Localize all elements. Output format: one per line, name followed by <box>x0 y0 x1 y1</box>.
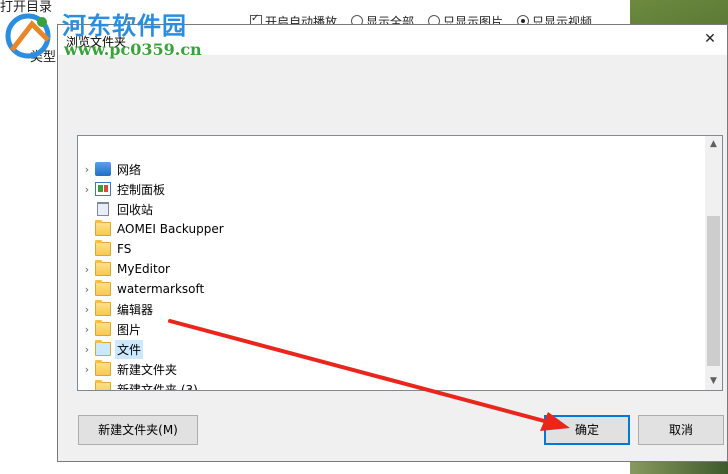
network-icon <box>95 162 111 176</box>
chevron-right-icon[interactable]: › <box>79 303 95 316</box>
tree-item-label: AOMEI Backupper <box>117 222 224 236</box>
close-button[interactable]: ✕ <box>693 25 727 55</box>
chevron-right-icon[interactable]: › <box>79 283 95 296</box>
folder-icon <box>95 220 111 236</box>
tree-item[interactable]: 回收站 <box>78 199 704 219</box>
scroll-down-icon[interactable]: ▼ <box>705 373 722 390</box>
folder-icon <box>95 320 111 336</box>
tree-item[interactable]: 新建文件夹 (3) <box>78 379 704 391</box>
tree-item-label: 控制面板 <box>117 182 166 197</box>
folder-tree[interactable]: › 网络 › 控制面板回收站 AOMEI Backupper FS › MyEditor › wa… <box>77 135 723 391</box>
tree-item-label: watermarksoft <box>117 282 205 296</box>
tree-item-label: MyEditor <box>117 262 170 276</box>
new-folder-button[interactable]: 新建文件夹(M) <box>78 415 198 445</box>
recycle-bin-icon <box>97 202 109 216</box>
chevron-right-icon[interactable]: › <box>79 183 95 196</box>
chevron-right-icon[interactable]: › <box>79 263 95 276</box>
tree-item[interactable]: › 网络 <box>78 159 704 179</box>
tree-item[interactable]: › 新建文件夹 <box>78 359 704 379</box>
chevron-right-icon[interactable]: › <box>79 323 95 336</box>
scroll-thumb[interactable] <box>707 216 720 366</box>
tree-item-label: 编辑器 <box>117 302 154 317</box>
vertical-scrollbar[interactable]: ▲ ▼ <box>705 136 722 390</box>
tree-item-label: 图片 <box>117 322 142 337</box>
tree-item-label: 网络 <box>117 162 142 177</box>
folder-icon <box>95 240 111 256</box>
tree-item-label: FS <box>117 242 132 256</box>
folder-icon <box>95 340 111 356</box>
tree-item-label: 文件 <box>115 339 144 359</box>
tree-item-label: 新建文件夹 <box>117 362 178 377</box>
folder-icon <box>95 280 111 296</box>
watermark-logo-icon <box>5 13 51 59</box>
scroll-up-icon[interactable]: ▲ <box>705 136 722 153</box>
browse-folder-dialog: 浏览文件夹 ✕ › 网络 › 控制面板 回收站 AOMEI Backupper FS › MyE… <box>57 24 728 462</box>
folder-tree-rows: › 网络 › 控制面板回收站 AOMEI Backupper FS › MyEditor › wa… <box>78 159 704 391</box>
control-panel-icon <box>95 182 111 196</box>
tree-item-label: 回收站 <box>117 202 154 217</box>
tree-item[interactable]: › MyEditor <box>78 259 704 279</box>
folder-icon <box>95 300 111 316</box>
folder-icon <box>95 380 111 390</box>
ok-button[interactable]: 确定 <box>544 415 630 445</box>
watermark-url: www.pc0359.cn <box>64 40 202 59</box>
folder-icon <box>95 260 111 276</box>
site-watermark: 河东软件园 www.pc0359.cn <box>0 0 202 64</box>
tree-item[interactable]: FS <box>78 239 704 259</box>
chevron-right-icon[interactable]: › <box>79 343 95 356</box>
tree-item[interactable]: › 编辑器 <box>78 299 704 319</box>
tree-item[interactable]: › watermarksoft <box>78 279 704 299</box>
watermark-name: 河东软件园 <box>62 11 187 40</box>
chevron-right-icon[interactable]: › <box>79 163 95 176</box>
chevron-right-icon[interactable]: › <box>79 363 95 376</box>
tree-item[interactable]: › 控制面板 <box>78 179 704 199</box>
tree-item[interactable]: AOMEI Backupper <box>78 219 704 239</box>
folder-icon <box>95 360 111 376</box>
tree-item-label: 新建文件夹 (3) <box>117 382 198 391</box>
tree-item[interactable]: › 文件 <box>78 339 704 359</box>
cancel-button[interactable]: 取消 <box>638 415 724 445</box>
tree-item[interactable]: › 图片 <box>78 319 704 339</box>
